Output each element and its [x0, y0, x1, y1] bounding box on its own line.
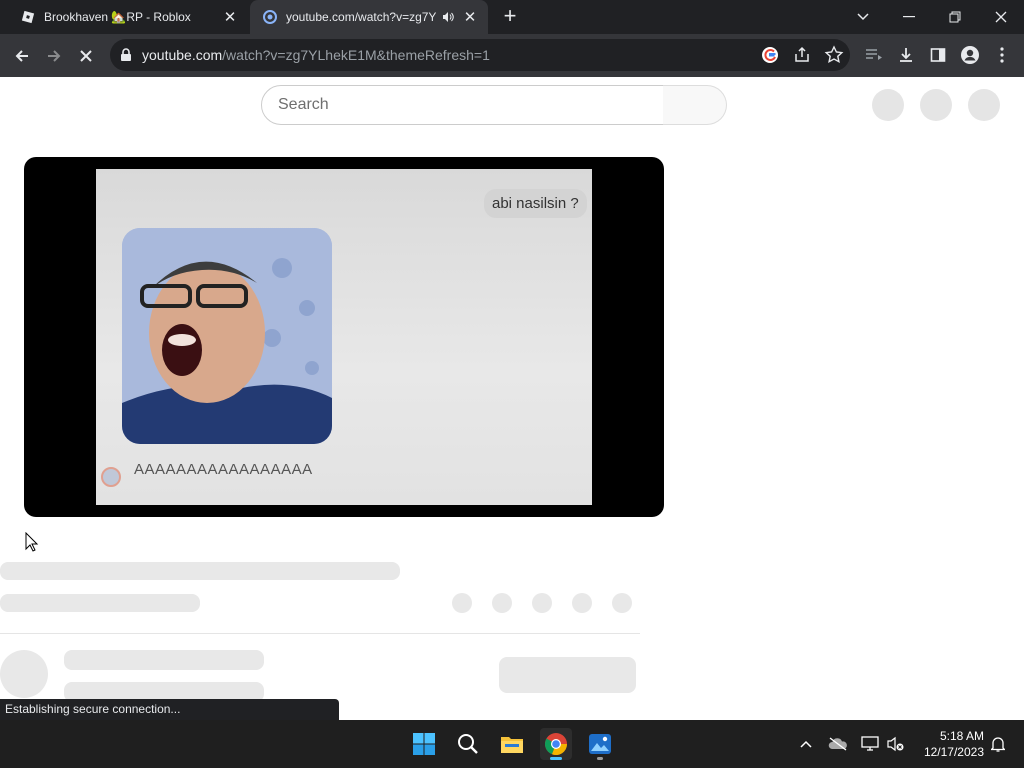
search-button[interactable] [663, 85, 727, 125]
tab-search-button[interactable] [840, 0, 886, 34]
windows-taskbar: 5:18 AM 12/17/2023 [0, 720, 1024, 768]
forward-button[interactable] [39, 41, 69, 71]
close-window-button[interactable] [978, 0, 1024, 34]
share-icon[interactable] [792, 45, 812, 65]
chat-bubble: abi nasilsin ? [484, 189, 587, 218]
back-button[interactable] [7, 41, 37, 71]
show-hidden-icons-chevron-icon[interactable] [796, 734, 816, 754]
google-lens-icon[interactable] [760, 45, 780, 65]
divider [0, 633, 640, 634]
create-button-placeholder[interactable] [872, 89, 904, 121]
new-tab-button[interactable]: + [498, 5, 522, 29]
action-skeleton [452, 593, 472, 613]
onedrive-offline-icon[interactable] [828, 734, 848, 754]
url-path: /watch?v=zg7YLhekE1M&themeRefresh=1 [222, 47, 490, 63]
url-text[interactable]: youtube.com/watch?v=zg7YLhekE1M&themeRef… [142, 47, 490, 63]
page-content: Search abi nasilsin ? AAAAAAAAAAAAAAAAA … [0, 77, 1024, 720]
video-frame: abi nasilsin ? AAAAAAAAAAAAAAAAA [96, 169, 592, 505]
mouse-cursor-icon [25, 531, 39, 557]
channel-skeleton [0, 594, 200, 612]
lock-icon[interactable] [120, 48, 132, 67]
subscribe-skeleton [499, 657, 636, 693]
avatar-placeholder[interactable] [968, 89, 1000, 121]
close-tab-icon[interactable]: ✕ [460, 7, 480, 27]
tab-title: Brookhaven 🏡RP - Roblox [44, 10, 191, 24]
chrome-taskbar-icon[interactable] [540, 728, 572, 760]
media-queue-icon[interactable] [864, 45, 884, 65]
photos-app-icon[interactable] [584, 728, 616, 760]
tab-youtube[interactable]: youtube.com/watch?v=zg7Y ✕ [250, 0, 488, 34]
video-caption: AAAAAAAAAAAAAAAAA [134, 461, 313, 478]
network-icon[interactable] [860, 734, 880, 754]
minimize-button[interactable] [886, 0, 932, 34]
search-input[interactable]: Search [261, 85, 664, 125]
active-app-indicator [550, 757, 562, 760]
description-skeleton [64, 650, 264, 670]
caption-avatar [101, 467, 121, 487]
clock-date: 12/17/2023 [923, 745, 984, 759]
address-bar[interactable]: youtube.com/watch?v=zg7YLhekE1M&themeRef… [110, 39, 850, 71]
action-skeleton [572, 593, 592, 613]
file-explorer-icon[interactable] [496, 728, 528, 760]
menu-icon[interactable] [992, 45, 1012, 65]
close-tab-icon[interactable]: ✕ [220, 7, 240, 27]
side-panel-icon[interactable] [928, 45, 948, 65]
title-skeleton [0, 562, 400, 580]
restore-button[interactable] [932, 0, 978, 34]
notifications-button-placeholder[interactable] [920, 89, 952, 121]
clock-time: 5:18 AM [939, 729, 984, 743]
action-skeleton [492, 593, 512, 613]
browser-toolbar: youtube.com/watch?v=zg7YLhekE1M&themeRef… [0, 34, 1024, 77]
roblox-favicon-icon [20, 9, 36, 25]
action-skeleton [612, 593, 632, 613]
open-app-indicator [597, 757, 603, 760]
bookmark-star-icon[interactable] [824, 45, 844, 65]
system-clock[interactable]: 5:18 AM 12/17/2023 [914, 728, 984, 760]
notification-bell-icon[interactable] [988, 734, 1008, 754]
tab-title: youtube.com/watch?v=zg7Y [286, 10, 437, 24]
volume-muted-icon[interactable] [886, 734, 906, 754]
tab-roblox[interactable]: Brookhaven 🏡RP - Roblox ✕ [8, 0, 248, 34]
start-windows-icon[interactable] [408, 728, 440, 760]
download-icon[interactable] [896, 45, 916, 65]
audio-playing-icon[interactable] [440, 11, 456, 23]
profile-icon[interactable] [960, 45, 980, 65]
search-icon[interactable] [452, 728, 484, 760]
stop-loading-button[interactable] [71, 41, 101, 71]
url-domain: youtube.com [142, 47, 223, 63]
tab-strip: Brookhaven 🏡RP - Roblox ✕ youtube.com/wa… [0, 0, 1024, 34]
loading-favicon-icon [262, 9, 278, 25]
action-skeleton [532, 593, 552, 613]
status-bar: Establishing secure connection... [0, 699, 339, 720]
video-photo [122, 228, 332, 444]
channel-avatar-skeleton [0, 650, 48, 698]
video-player[interactable]: abi nasilsin ? AAAAAAAAAAAAAAAAA [24, 157, 664, 517]
